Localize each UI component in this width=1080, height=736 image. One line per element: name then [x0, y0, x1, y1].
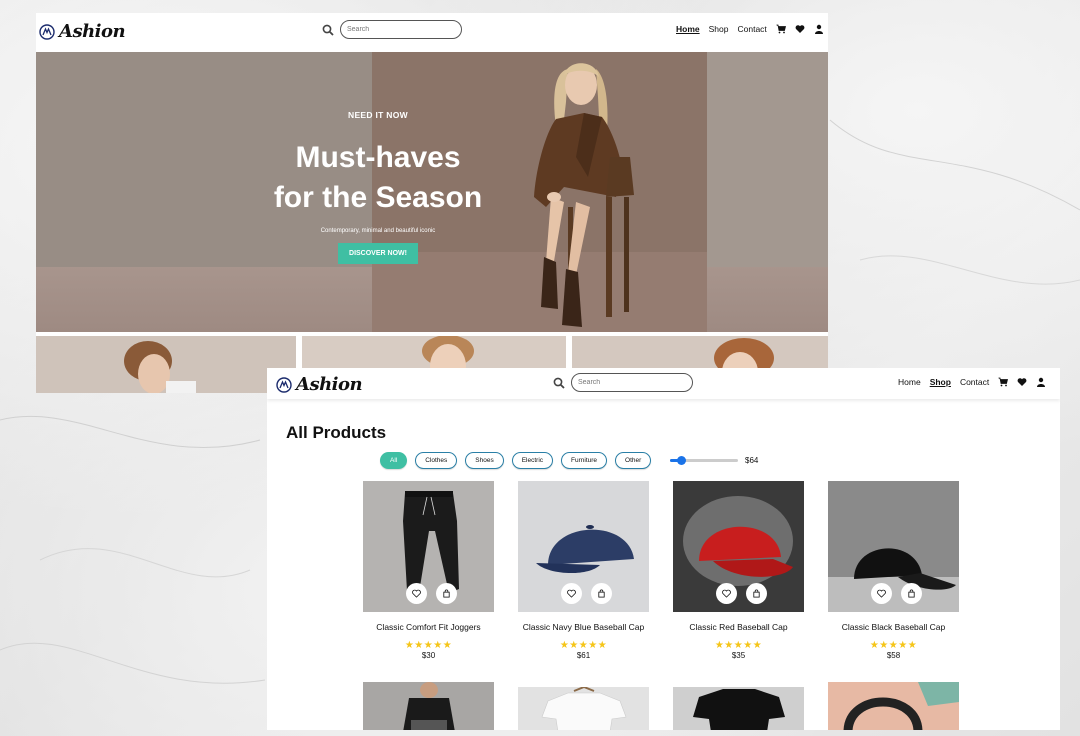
home-nav: Home Shop Contact	[676, 24, 824, 34]
search-icon[interactable]	[553, 377, 565, 389]
hero-banner: NEED IT NOW Must-haves for the Season Co…	[36, 52, 828, 332]
logo-mark-icon	[39, 23, 55, 40]
product-price: $61	[576, 651, 591, 660]
filter-clothes[interactable]: Clothes	[415, 452, 458, 469]
product-rating-stars: ★★★★★	[869, 640, 918, 651]
product-price: $58	[886, 651, 901, 660]
product-price: $35	[731, 651, 746, 660]
filter-other[interactable]: Other	[615, 452, 652, 469]
wishlist-heart-icon[interactable]	[561, 583, 582, 604]
product-price: $30	[421, 651, 436, 660]
product-name[interactable]: Classic Black Baseball Cap	[818, 622, 969, 632]
user-icon[interactable]	[814, 24, 824, 34]
slider-thumb[interactable]	[677, 456, 686, 465]
card-actions	[406, 583, 457, 604]
product-rating-stars: ★★★★★	[559, 640, 608, 651]
discover-now-button[interactable]: DISCOVER NOW!	[338, 243, 418, 264]
product-image-white-tee[interactable]	[518, 687, 649, 730]
search-input[interactable]	[340, 20, 462, 39]
hero-kicker: NEED IT NOW	[348, 110, 408, 120]
nav-shop[interactable]: Shop	[709, 24, 729, 34]
category-filters: All Clothes Shoes Electric Furniture Oth…	[380, 452, 652, 469]
add-to-bag-icon[interactable]	[901, 583, 922, 604]
page-title: All Products	[286, 423, 387, 442]
card-actions	[561, 583, 612, 604]
add-to-bag-icon[interactable]	[591, 583, 612, 604]
search-icon[interactable]	[322, 24, 334, 36]
cart-icon[interactable]	[998, 377, 1009, 387]
add-to-bag-icon[interactable]	[436, 583, 457, 604]
shop-nav: Home Shop Contact	[898, 377, 1046, 387]
shop-page-screenshot: Ashion Home Shop Contact All Products	[267, 368, 1060, 730]
hero-title-line1: Must-haves	[295, 141, 461, 174]
card-actions	[871, 583, 922, 604]
product-image-black-top[interactable]	[363, 682, 494, 730]
product-name[interactable]: Classic Navy Blue Baseball Cap	[508, 622, 659, 632]
filter-furniture[interactable]: Furniture	[561, 452, 608, 469]
home-search	[322, 20, 462, 39]
wishlist-heart-icon[interactable]	[871, 583, 892, 604]
filter-all[interactable]: All	[380, 452, 408, 469]
heart-icon[interactable]	[1017, 377, 1027, 387]
product-rating-stars: ★★★★★	[714, 640, 763, 651]
hero-title-line2: for the Season	[273, 181, 483, 214]
home-page-screenshot: Ashion Home Shop Contact	[36, 13, 828, 393]
filter-shoes[interactable]: Shoes	[465, 452, 504, 469]
cart-icon[interactable]	[776, 24, 786, 34]
product-image-black-tee[interactable]	[673, 687, 804, 730]
search-input[interactable]	[571, 373, 693, 392]
nav-contact[interactable]: Contact	[960, 377, 989, 387]
brand-name: Ashion	[59, 21, 126, 42]
hero-subtitle: Contemporary, minimal and beautiful icon…	[320, 228, 436, 234]
price-max-label: $64	[745, 456, 759, 465]
product-rating-stars: ★★★★★	[404, 640, 453, 651]
home-header: Ashion Home Shop Contact	[36, 13, 828, 48]
brand-name: Ashion	[296, 374, 363, 395]
brand-logo[interactable]: Ashion	[39, 21, 126, 42]
product-name[interactable]: Classic Comfort Fit Joggers	[353, 622, 504, 632]
category-tile-1[interactable]	[36, 336, 296, 393]
nav-contact[interactable]: Contact	[737, 24, 766, 34]
card-actions	[716, 583, 767, 604]
wishlist-heart-icon[interactable]	[716, 583, 737, 604]
filter-electric[interactable]: Electric	[511, 452, 554, 469]
product-image-headphones[interactable]	[828, 682, 959, 730]
nav-home[interactable]: Home	[676, 24, 700, 34]
user-icon[interactable]	[1036, 377, 1046, 387]
heart-icon[interactable]	[795, 24, 805, 34]
wishlist-heart-icon[interactable]	[406, 583, 427, 604]
hero-copy: NEED IT NOW Must-haves for the Season Co…	[236, 110, 520, 264]
shop-header: Ashion Home Shop Contact	[267, 368, 1060, 399]
brand-logo[interactable]: Ashion	[276, 374, 363, 395]
price-slider[interactable]	[670, 456, 738, 465]
hero-model-image	[534, 63, 634, 327]
nav-shop[interactable]: Shop	[930, 377, 951, 387]
shop-search	[553, 373, 693, 392]
nav-home[interactable]: Home	[898, 377, 921, 387]
add-to-bag-icon[interactable]	[746, 583, 767, 604]
logo-mark-icon	[276, 376, 292, 393]
product-name[interactable]: Classic Red Baseball Cap	[663, 622, 814, 632]
